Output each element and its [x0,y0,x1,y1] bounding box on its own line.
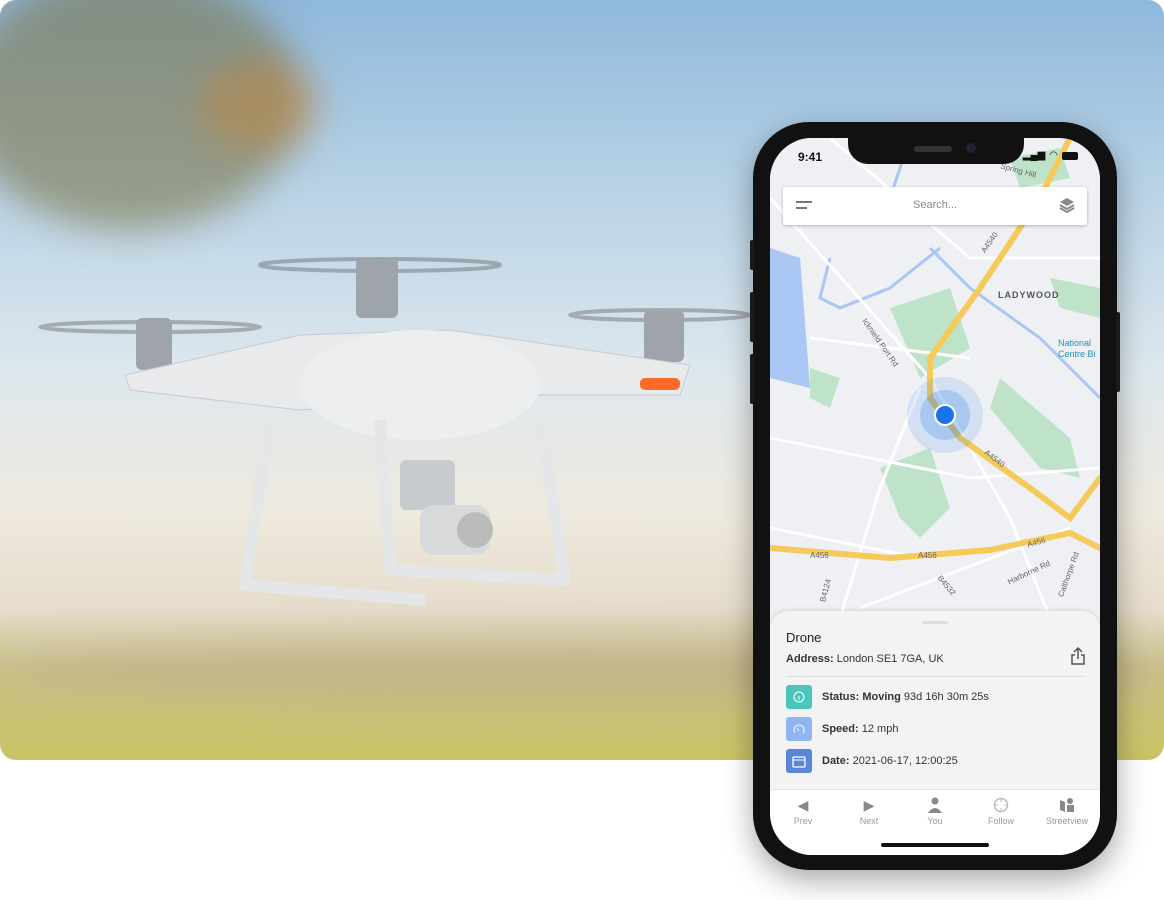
status-time: 9:41 [798,150,823,164]
signal-icon: ▂▄▆ [1022,150,1046,161]
crosshair-icon [968,797,1034,813]
triangle-right-icon: ▶ [863,797,875,813]
info-panel: Drone Address: London SE1 7GA, UK Status… [770,611,1100,789]
wifi-icon: ◠ [1049,150,1058,161]
triangle-left-icon: ◀ [797,797,809,813]
home-indicator[interactable] [881,843,989,847]
status-row: Status: Moving 93d 16h 30m 25s [786,685,989,709]
battery-icon [1062,151,1078,160]
address: Address: London SE1 7GA, UK [786,653,944,665]
nav-streetview[interactable]: Streetview [1034,790,1100,855]
divider [786,676,1084,677]
panel-title: Drone [786,630,822,645]
notch [848,138,1024,164]
search-input[interactable]: Search... [783,199,1087,211]
streetview-icon [1034,797,1100,813]
map-label-poi: National Centre Bi [1058,338,1096,359]
status-icons: ▂▄▆ ◠ [1023,150,1078,161]
speed-row: Speed: 12 mph [786,717,898,741]
map-label-area: LADYWOOD [998,290,1060,300]
calendar-icon [786,749,812,773]
layers-icon[interactable] [1059,197,1075,213]
drag-handle[interactable] [922,621,948,624]
phone-screen: 9:41 ▂▄▆ ◠ Spring Hill A4540 LADYWOOD Na… [770,138,1100,855]
map-label: A456 [810,551,829,560]
person-icon [902,797,968,813]
current-location-marker [934,404,956,426]
share-icon[interactable] [1070,647,1086,665]
phone-mockup: 9:41 ▂▄▆ ◠ Spring Hill A4540 LADYWOOD Na… [750,122,1120,870]
drone-image [38,257,752,606]
search-bar[interactable]: Search... [783,187,1087,225]
info-icon [786,685,812,709]
nav-prev[interactable]: ◀ Prev [770,790,836,855]
date-row: Date: 2021-06-17, 12:00:25 [786,749,958,773]
map-label: A456 [918,551,937,560]
speedometer-icon [786,717,812,741]
